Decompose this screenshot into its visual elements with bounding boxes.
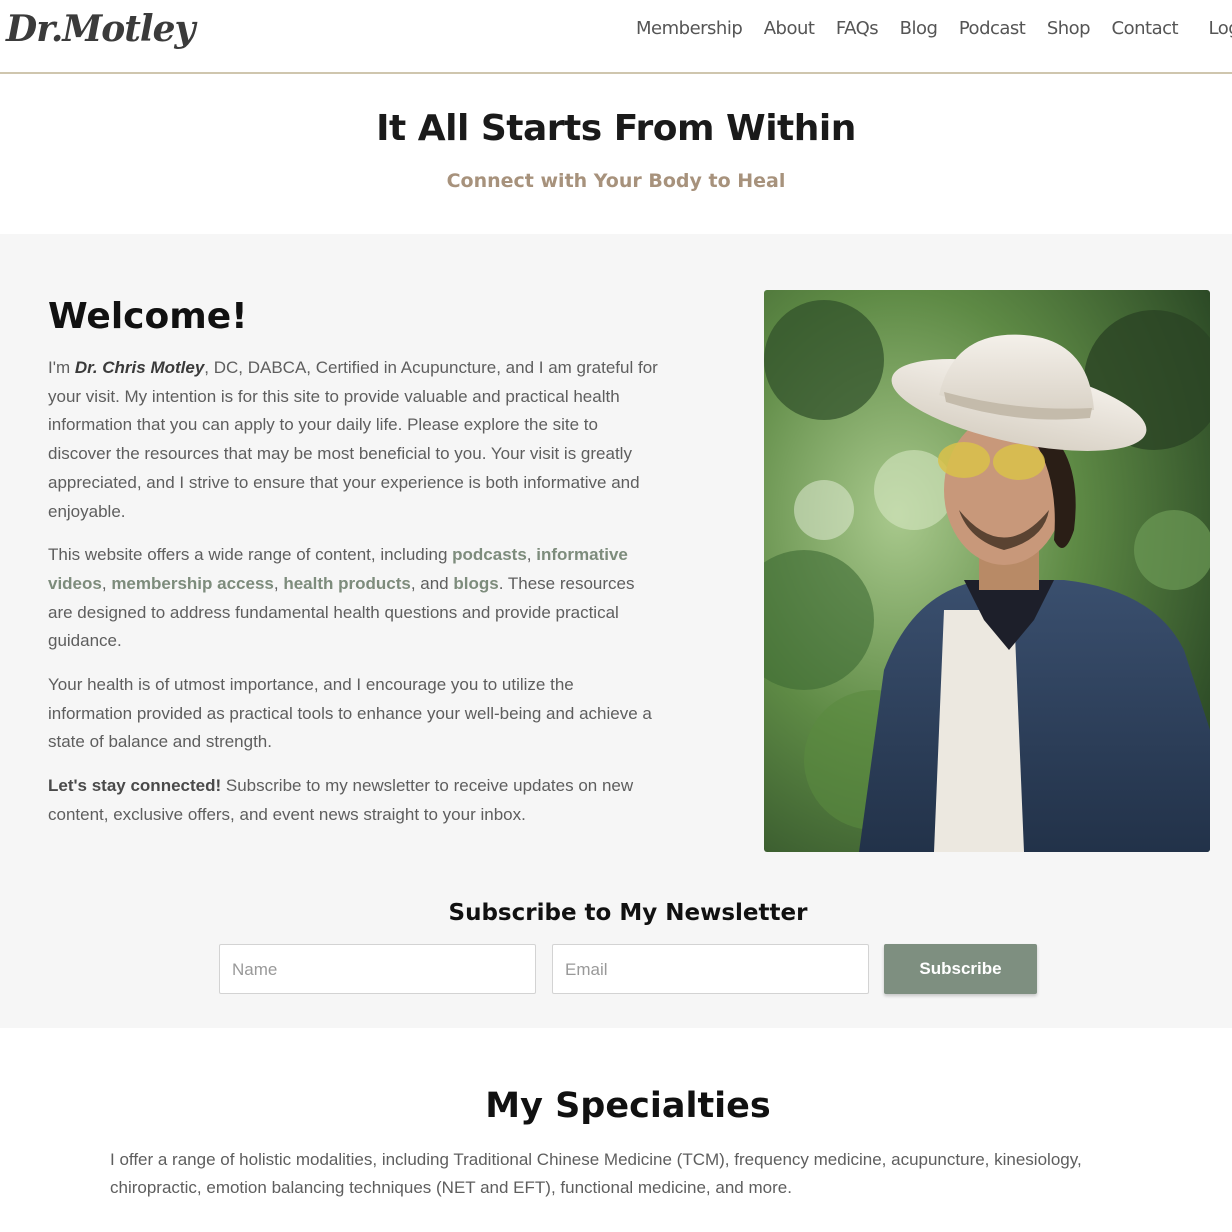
name-input[interactable]: Name	[219, 944, 536, 994]
content-sep: ,	[526, 545, 537, 565]
welcome-body: I'm Dr. Chris Motley, DC, DABCA, Certifi…	[48, 354, 660, 845]
subscribe-button[interactable]: Subscribe	[884, 944, 1037, 994]
content-sep: ,	[273, 573, 284, 593]
email-input[interactable]: Email	[552, 944, 869, 994]
nav-faqs[interactable]: FAQs	[836, 18, 879, 39]
link-podcasts[interactable]: podcasts	[452, 545, 527, 564]
nav-membership[interactable]: Membership	[636, 18, 743, 39]
intro-rest: , DC, DABCA, Certified in Acupuncture, a…	[48, 358, 658, 521]
hero-title: It All Starts From Within	[376, 108, 856, 149]
nav-login[interactable]: Log In	[1209, 18, 1232, 39]
nav-contact[interactable]: Contact	[1112, 18, 1179, 39]
nav-shop[interactable]: Shop	[1047, 18, 1091, 39]
intro-prefix: I'm	[48, 358, 75, 377]
doctor-name: Dr. Chris Motley	[74, 358, 205, 377]
welcome-paragraph-connect: Let's stay connected! Subscribe to my ne…	[48, 772, 660, 829]
connect-lead: Let's stay connected!	[48, 776, 222, 796]
welcome-paragraph-intro: I'm Dr. Chris Motley, DC, DABCA, Certifi…	[48, 354, 660, 526]
content-sep: ,	[101, 573, 112, 593]
nav-blog[interactable]: Blog	[900, 18, 938, 39]
welcome-paragraph-health: Your health is of utmost importance, and…	[48, 675, 652, 752]
content-sep: , and	[410, 573, 454, 593]
main-nav: Membership About FAQs Blog Podcast Shop …	[636, 18, 1232, 42]
nav-about[interactable]: About	[764, 18, 815, 39]
doctor-photo	[764, 290, 1210, 852]
nav-podcast[interactable]: Podcast	[959, 18, 1026, 39]
specialties-text: I offer a range of holistic modalities, …	[110, 1150, 1082, 1197]
welcome-paragraph-content: This website offers a wide range of cont…	[48, 541, 660, 656]
doctor-portrait-image	[764, 290, 1210, 852]
welcome-title: Welcome!	[48, 296, 248, 337]
site-header: Dr.Motley Membership About FAQs Blog Pod…	[0, 0, 1232, 74]
link-health-products[interactable]: health products	[283, 574, 411, 593]
link-membership-access[interactable]: membership access	[111, 574, 274, 593]
newsletter-title: Subscribe to My Newsletter	[448, 900, 808, 926]
site-logo[interactable]: Dr.Motley	[6, 8, 195, 50]
content-text: This website offers a wide range of cont…	[48, 545, 453, 565]
link-blogs[interactable]: blogs	[453, 574, 498, 593]
hero-subtitle: Connect with Your Body to Heal	[446, 170, 786, 192]
specialties-title: My Specialties	[485, 1086, 771, 1126]
